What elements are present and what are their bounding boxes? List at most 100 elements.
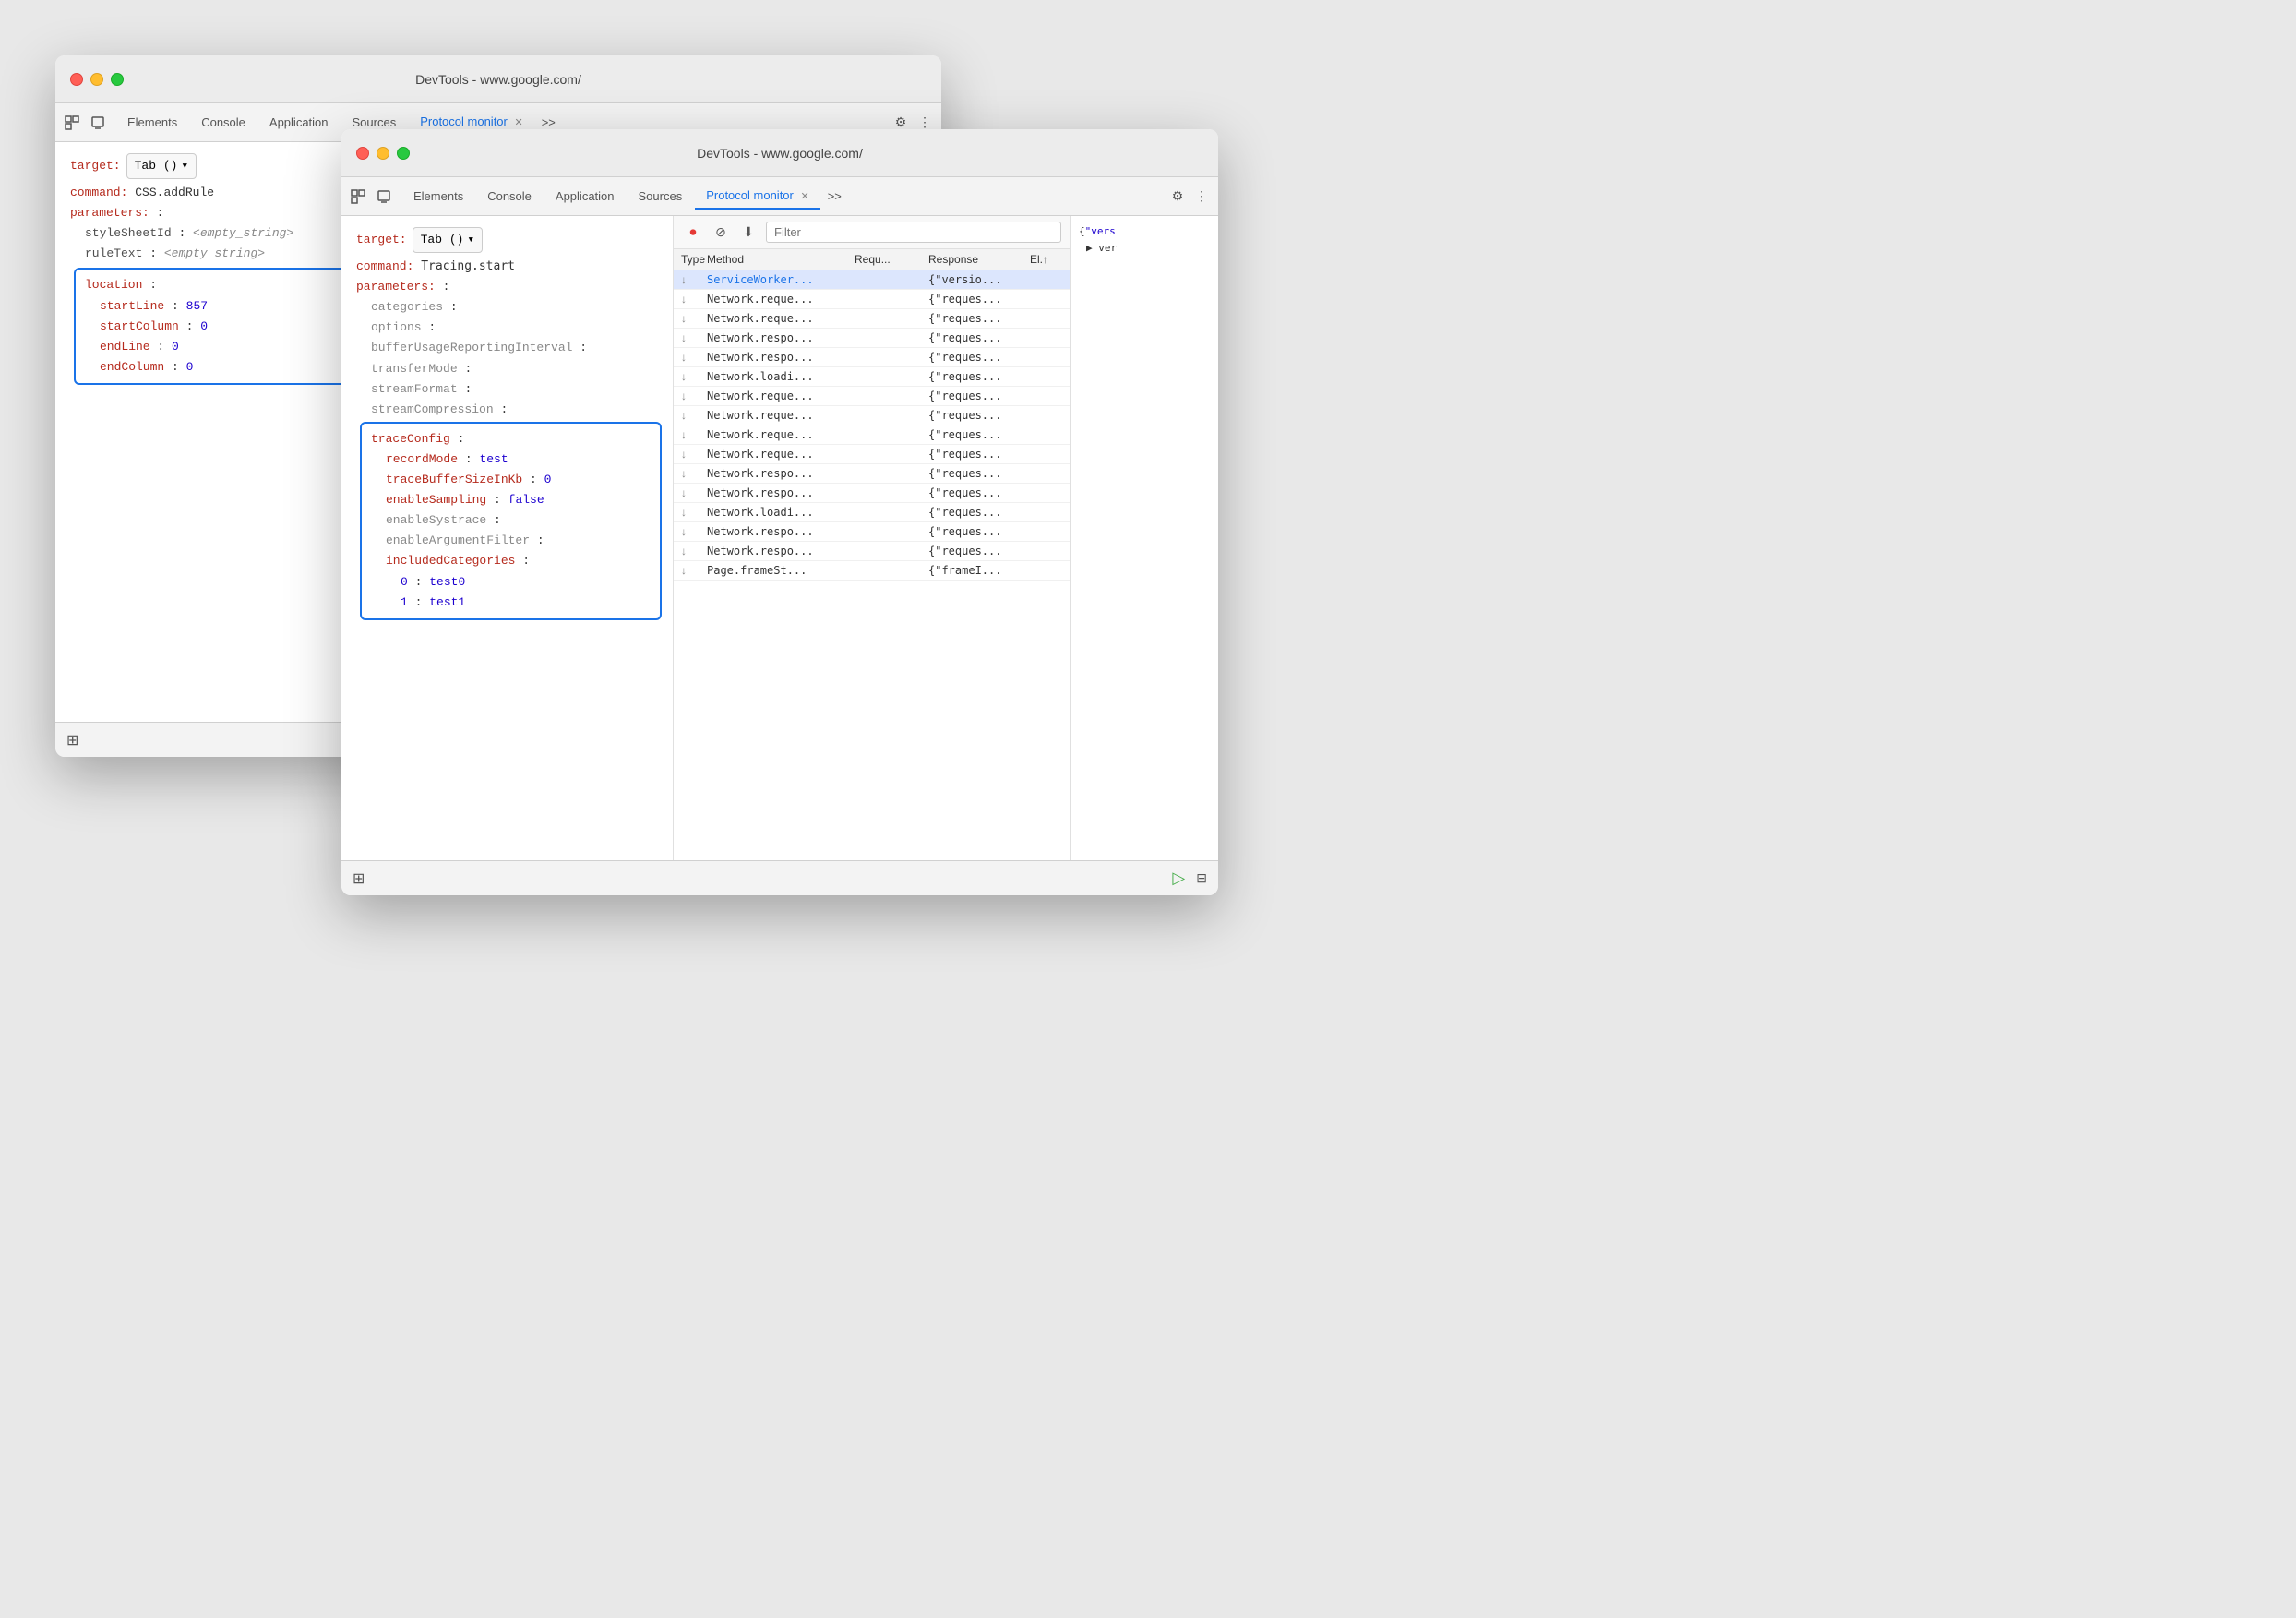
fg-cat1-row: 1 : test1 — [371, 593, 651, 613]
fg-command-label: command: — [356, 259, 413, 273]
fg-target-value: Tab () — [421, 230, 464, 250]
fg-tab-protocol-monitor[interactable]: Protocol monitor ✕ — [695, 183, 819, 210]
fg-cat1-index: 1 — [401, 595, 408, 609]
fg-send-button[interactable]: ▷ — [1172, 869, 1185, 888]
filter-input[interactable] — [766, 222, 1061, 243]
device-icon[interactable] — [89, 114, 107, 132]
bg-tab-console[interactable]: Console — [190, 110, 257, 135]
minimize-button-bg[interactable] — [90, 73, 103, 86]
bg-startLine-key: startLine — [100, 299, 164, 313]
bg-styleSheetId-key: styleSheetId — [85, 226, 172, 240]
fg-tab-settings: ⚙ ⋮ — [1168, 187, 1211, 206]
fg-enableSampling-value: false — [508, 493, 544, 507]
fg-inspect-icon[interactable] — [349, 187, 367, 206]
fg-transferMode-key: transferMode — [371, 362, 458, 376]
fg-close-button[interactable] — [356, 147, 369, 160]
foreground-devtools-window: DevTools - www.google.com/ Elements Cons… — [341, 129, 1218, 895]
fg-network-toolbar: ⏺ ⊘ ⬇ — [674, 216, 1070, 249]
table-row[interactable]: ↓ Network.respo... {"reques... — [674, 484, 1070, 503]
bg-endLine-row: endLine : 0 — [85, 337, 383, 357]
bg-tab-close[interactable]: ✕ — [514, 117, 522, 128]
bg-tab-elements[interactable]: Elements — [116, 110, 188, 135]
fg-device-icon[interactable] — [375, 187, 393, 206]
table-row[interactable]: ↓ Network.loadi... {"reques... — [674, 503, 1070, 522]
fg-minimize-button[interactable] — [377, 147, 389, 160]
fg-tab-application[interactable]: Application — [544, 184, 626, 209]
fg-streamFormat-key: streamFormat — [371, 382, 458, 396]
clear-button[interactable]: ⊘ — [711, 222, 731, 243]
json-line-2: ▶ ver — [1079, 240, 1211, 257]
row-response: {"reques... — [928, 486, 1030, 499]
row-method: Network.respo... — [707, 351, 855, 364]
row-response: {"reques... — [928, 312, 1030, 325]
table-row[interactable]: ↓ Network.reque... {"reques... — [674, 290, 1070, 309]
bg-startColumn-key: startColumn — [100, 319, 179, 333]
json-line-1: {"vers — [1079, 223, 1211, 240]
fg-tab-console[interactable]: Console — [476, 184, 543, 209]
table-row[interactable]: ↓ Network.respo... {"reques... — [674, 522, 1070, 542]
fg-recordMode-row: recordMode : test — [371, 449, 651, 470]
table-row[interactable]: ↓ Network.respo... {"reques... — [674, 329, 1070, 348]
fg-settings-icon[interactable]: ⚙ — [1168, 187, 1187, 206]
close-button-bg[interactable] — [70, 73, 83, 86]
table-row[interactable]: ↓ Network.reque... {"reques... — [674, 309, 1070, 329]
table-row[interactable]: ↓ Network.respo... {"reques... — [674, 348, 1070, 367]
fg-traceConfig-label: traceConfig — [371, 432, 450, 446]
table-row[interactable]: ↓ Network.loadi... {"reques... — [674, 367, 1070, 387]
fg-tab-elements[interactable]: Elements — [402, 184, 474, 209]
bg-endLine-key: endLine — [100, 340, 150, 354]
row-response: {"reques... — [928, 525, 1030, 538]
fg-more-icon[interactable]: ⋮ — [1192, 187, 1211, 206]
fg-streamFormat-row: streamFormat : — [356, 379, 658, 400]
table-row[interactable]: ↓ Network.reque... {"reques... — [674, 445, 1070, 464]
fg-options-row: options : — [356, 318, 658, 338]
row-arrow: ↓ — [681, 506, 707, 519]
fg-traceBuffer-row: traceBufferSizeInKb : 0 — [371, 470, 651, 490]
bg-target-label: target: — [70, 156, 121, 176]
fg-traceBuffer-value: 0 — [544, 473, 552, 486]
fg-dock-icon[interactable]: ⊞ — [353, 869, 365, 888]
fg-maximize-button[interactable] — [397, 147, 410, 160]
bg-dock-icon[interactable]: ⊞ — [66, 731, 78, 749]
fg-traceconfig-box: traceConfig : recordMode : test traceBuf… — [360, 422, 662, 620]
bg-command-label: command: — [70, 186, 127, 199]
bg-tab-application[interactable]: Application — [258, 110, 340, 135]
fg-tab-close[interactable]: ✕ — [800, 191, 808, 202]
bg-endColumn-key: endColumn — [100, 360, 164, 374]
record-button[interactable]: ⏺ — [683, 222, 703, 243]
fg-command-value: Tracing.start — [421, 259, 515, 273]
fg-streamCompression-key: streamCompression — [371, 402, 494, 416]
bg-command-value: CSS.addRule — [135, 186, 214, 199]
fg-target-select[interactable]: Tab () ▾ — [413, 227, 484, 253]
row-response: {"reques... — [928, 545, 1030, 557]
table-row[interactable]: ↓ Page.frameSt... {"frameI... — [674, 561, 1070, 581]
bg-location-label: location — [85, 278, 142, 292]
table-row[interactable]: ↓ Network.reque... {"reques... — [674, 387, 1070, 406]
fg-panel-icon[interactable]: ⊟ — [1196, 870, 1207, 886]
inspect-icon[interactable] — [63, 114, 81, 132]
background-traffic-lights — [70, 73, 124, 86]
table-row[interactable]: ↓ Network.reque... {"reques... — [674, 425, 1070, 445]
download-button[interactable]: ⬇ — [738, 222, 759, 243]
table-header-row: Type Method Requ... Response El.↑ — [674, 249, 1070, 270]
table-row[interactable]: ↓ Network.reque... {"reques... — [674, 406, 1070, 425]
fg-tab-more[interactable]: >> — [822, 186, 847, 207]
table-row[interactable]: ↓ Network.respo... {"reques... — [674, 542, 1070, 561]
background-tab-icons — [63, 114, 107, 132]
fg-network-table: Type Method Requ... Response El.↑ ↓ Serv… — [674, 249, 1070, 860]
row-method: Network.respo... — [707, 467, 855, 480]
fg-content: target: Tab () ▾ command: Tracing.start … — [341, 216, 1218, 860]
table-row[interactable]: ↓ Network.respo... {"reques... — [674, 464, 1070, 484]
row-response: {"reques... — [928, 506, 1030, 519]
fg-enableSystrace-key: enableSystrace — [386, 513, 486, 527]
maximize-button-bg[interactable] — [111, 73, 124, 86]
row-arrow: ↓ — [681, 351, 707, 364]
fg-bufferUsage-key: bufferUsageReportingInterval — [371, 341, 572, 354]
bg-target-select[interactable]: Tab () ▾ — [126, 153, 197, 179]
fg-tab-sources[interactable]: Sources — [628, 184, 694, 209]
fg-command-row: command: Tracing.start — [356, 257, 658, 277]
fg-network-panel: ⏺ ⊘ ⬇ Type Method Requ... Response El.↑ … — [674, 216, 1070, 860]
fg-traceBuffer-key: traceBufferSizeInKb — [386, 473, 522, 486]
table-row[interactable]: ↓ ServiceWorker... {"versio... — [674, 270, 1070, 290]
row-method: Network.loadi... — [707, 506, 855, 519]
